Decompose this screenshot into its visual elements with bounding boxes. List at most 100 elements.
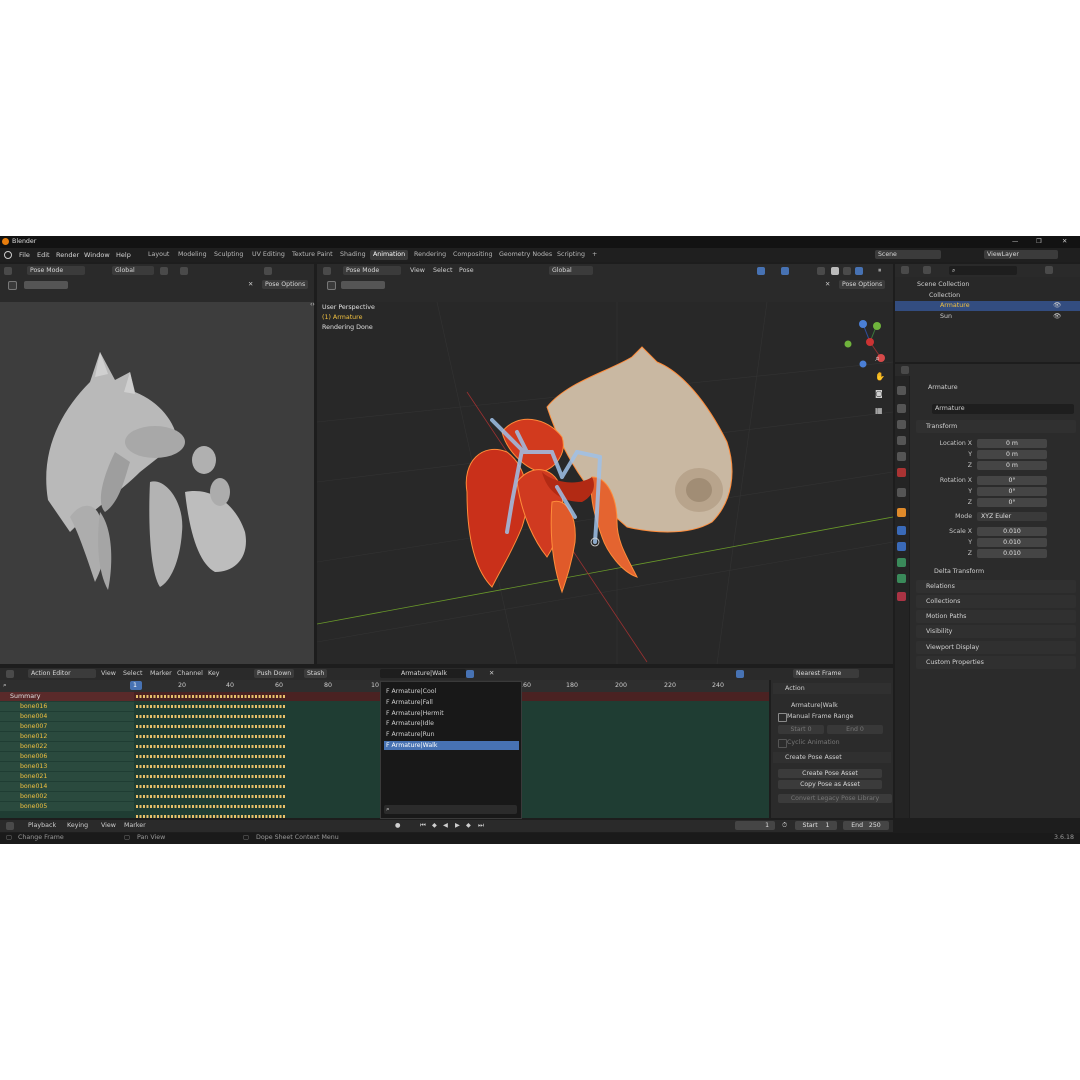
location-z-field[interactable]: 0 m bbox=[977, 461, 1047, 470]
scene-collection-label[interactable]: Scene Collection bbox=[917, 280, 969, 289]
tab-modeling[interactable]: Modeling bbox=[175, 250, 210, 260]
menu-render[interactable]: Render bbox=[56, 251, 79, 259]
action-panel-header[interactable]: Action bbox=[773, 683, 891, 694]
custom-properties-panel[interactable]: Custom Properties bbox=[916, 656, 1076, 669]
copy-pose-asset-button[interactable]: Copy Pose as Asset bbox=[778, 780, 882, 789]
action-search-input[interactable]: ⌕ bbox=[384, 805, 517, 814]
solid-shading-icon[interactable] bbox=[831, 267, 839, 275]
channel-row[interactable]: bone006 bbox=[0, 752, 134, 761]
timeline-editor-icon[interactable] bbox=[6, 822, 14, 830]
proportional-edit-icon[interactable] bbox=[180, 267, 188, 275]
record-icon[interactable]: ● bbox=[395, 821, 401, 830]
view-layer-tab-icon[interactable] bbox=[897, 436, 906, 445]
blender-menu-icon[interactable] bbox=[4, 251, 12, 259]
main-editor-type-icon[interactable] bbox=[323, 267, 331, 275]
tab-animation[interactable]: Animation bbox=[370, 250, 409, 260]
fake-user-shield-icon[interactable] bbox=[466, 670, 474, 678]
channel-row[interactable]: bone007 bbox=[0, 722, 134, 731]
play-icon[interactable]: ▶ bbox=[455, 821, 460, 830]
maximize-icon[interactable]: ❐ bbox=[1036, 237, 1042, 246]
outliner-display-mode-icon[interactable] bbox=[923, 266, 931, 274]
grid-toggle-icon[interactable]: ▦ bbox=[875, 406, 883, 415]
material-shading-icon[interactable] bbox=[843, 267, 851, 275]
rotation-z-field[interactable]: 0° bbox=[977, 498, 1047, 507]
current-frame-field[interactable]: 1 bbox=[735, 821, 775, 830]
range-end-field[interactable]: End 0 bbox=[827, 725, 883, 734]
dope-menu-view[interactable]: View bbox=[101, 669, 116, 678]
cyclic-checkbox[interactable] bbox=[778, 739, 787, 748]
main-orientation-dropdown[interactable]: Global bbox=[549, 266, 593, 275]
properties-editor-icon[interactable] bbox=[901, 366, 909, 374]
zoom-icon[interactable]: ⌕ bbox=[875, 355, 880, 364]
range-start-field[interactable]: Start 0 bbox=[778, 725, 824, 734]
sun-visibility-eye-icon[interactable]: 👁 bbox=[1053, 312, 1061, 321]
view-layer-selector[interactable]: ViewLayer bbox=[984, 250, 1058, 259]
menu-window[interactable]: Window bbox=[84, 251, 110, 259]
keyframe-strip[interactable] bbox=[136, 705, 286, 708]
action-item-walk[interactable]: F Armature|Walk bbox=[384, 741, 519, 750]
keyframe-strip[interactable] bbox=[136, 795, 286, 798]
relations-panel[interactable]: Relations bbox=[916, 580, 1076, 593]
delta-transform-subpanel[interactable]: Delta Transform bbox=[934, 567, 984, 576]
dope-menu-select[interactable]: Select bbox=[123, 669, 142, 678]
main-pose-options[interactable]: Pose Options bbox=[839, 280, 886, 289]
snap-icon[interactable] bbox=[160, 267, 168, 275]
current-frame-indicator[interactable]: 1 bbox=[130, 681, 142, 690]
camera-view-icon[interactable]: ◙ bbox=[875, 389, 883, 398]
scale-z-field[interactable]: 0.010 bbox=[977, 549, 1047, 558]
main-select-mode-icon[interactable] bbox=[341, 281, 385, 289]
timeline-menu-marker[interactable]: Marker bbox=[124, 821, 146, 830]
summary-row[interactable]: Summary bbox=[0, 692, 134, 701]
scale-y-field[interactable]: 0.010 bbox=[977, 538, 1047, 547]
collection-label[interactable]: Collection bbox=[929, 291, 960, 300]
toolbar-toggle-icon[interactable] bbox=[8, 281, 17, 290]
modifier-tab-icon[interactable] bbox=[897, 526, 906, 535]
timeline-menu-view[interactable]: View bbox=[101, 821, 116, 830]
action-item-hermit[interactable]: F Armature|Hermit bbox=[384, 709, 519, 718]
channel-row[interactable]: bone014 bbox=[0, 782, 134, 791]
tab-rendering[interactable]: Rendering bbox=[411, 250, 449, 260]
rotation-mode-dropdown[interactable]: XYZ Euler bbox=[977, 512, 1047, 521]
timeline-menu-playback[interactable]: Playback bbox=[28, 821, 56, 830]
visibility-panel[interactable]: Visibility bbox=[916, 625, 1076, 638]
channel-row[interactable]: bone021 bbox=[0, 772, 134, 781]
push-down-button[interactable]: Push Down bbox=[254, 669, 295, 678]
rotation-y-field[interactable]: 0° bbox=[977, 487, 1047, 496]
filter-icon[interactable] bbox=[1045, 266, 1053, 274]
pan-hand-icon[interactable]: ✋ bbox=[875, 372, 885, 381]
manual-range-checkbox[interactable] bbox=[778, 713, 787, 722]
stopwatch-icon[interactable]: ⏱ bbox=[782, 821, 787, 830]
transform-panel-header[interactable]: Transform bbox=[916, 420, 1076, 433]
convert-legacy-button[interactable]: Convert Legacy Pose Library bbox=[778, 794, 892, 803]
channel-row[interactable]: bone005 bbox=[0, 802, 134, 811]
keyframe-strip[interactable] bbox=[136, 765, 286, 768]
dope-menu-key[interactable]: Key bbox=[208, 669, 219, 678]
channel-row[interactable]: bone002 bbox=[0, 792, 134, 801]
xray-icon[interactable] bbox=[817, 267, 825, 275]
pause-render-icon[interactable]: ⏸ bbox=[878, 266, 881, 275]
tab-uv-editing[interactable]: UV Editing bbox=[249, 250, 288, 260]
keyframe-strip[interactable] bbox=[136, 785, 286, 788]
main-menu-select[interactable]: Select bbox=[433, 266, 452, 275]
close-icon[interactable]: ✕ bbox=[1062, 237, 1067, 246]
area-split-left-icon[interactable]: ‹› bbox=[310, 300, 315, 309]
dope-editor-type-icon[interactable] bbox=[6, 670, 14, 678]
location-x-field[interactable]: 0 m bbox=[977, 439, 1047, 448]
action-item-fall[interactable]: F Armature|Fall bbox=[384, 698, 519, 707]
tool-tab-icon[interactable] bbox=[897, 386, 906, 395]
tab-compositing[interactable]: Compositing bbox=[450, 250, 495, 260]
filter-only-selected-icon[interactable] bbox=[736, 670, 744, 678]
texture-tab-icon[interactable] bbox=[897, 592, 906, 601]
editor-type-icon[interactable] bbox=[4, 267, 12, 275]
physics-tab-icon[interactable] bbox=[897, 542, 906, 551]
tab-geometry-nodes[interactable]: Geometry Nodes bbox=[496, 250, 555, 260]
scene-tab-icon[interactable] bbox=[897, 452, 906, 461]
timeline-menu-keying[interactable]: Keying bbox=[67, 821, 88, 830]
output-tab-icon[interactable] bbox=[897, 420, 906, 429]
sun-label[interactable]: Sun bbox=[940, 312, 952, 321]
visibility-eye-icon[interactable]: 👁 bbox=[1053, 301, 1061, 310]
jump-start-icon[interactable]: ⏮ bbox=[420, 821, 426, 830]
scale-x-field[interactable]: 0.010 bbox=[977, 527, 1047, 536]
tab-layout[interactable]: Layout bbox=[145, 250, 172, 260]
action-item-cool[interactable]: F Armature|Cool bbox=[384, 687, 519, 696]
